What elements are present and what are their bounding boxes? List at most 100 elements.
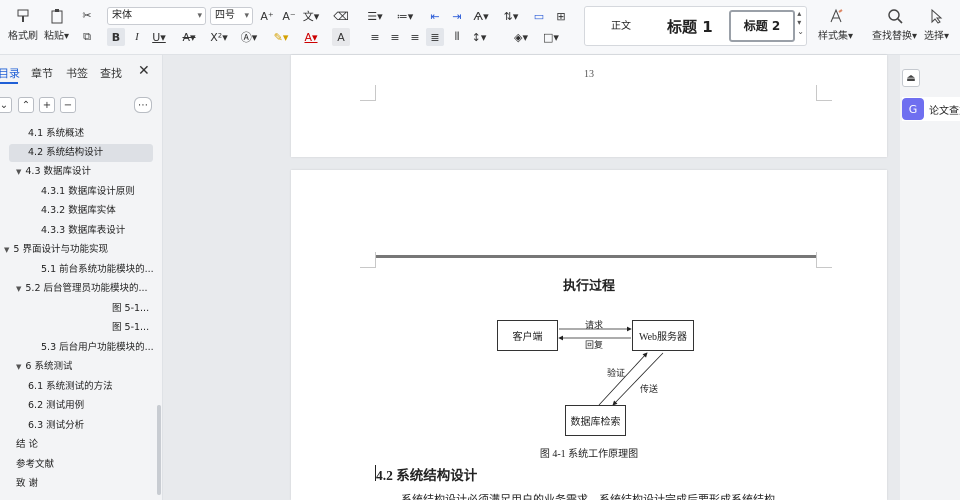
toc-item[interactable]: ▼ 6 系统测试 xyxy=(16,358,72,376)
ribbon-toolbar: 格式刷 粘贴▾ ✂ ⧉ 宋体 ▾ 四号 ▾ A⁺ A⁻ 文▾ ⌫ B I U▾ A▾… xyxy=(0,0,960,55)
style-heading-2[interactable]: 标题 2 xyxy=(729,10,795,42)
toc-item[interactable]: 结 论 xyxy=(16,436,38,454)
shrink-font-icon[interactable]: A⁻ xyxy=(280,7,298,25)
align-right-icon[interactable]: ≡ xyxy=(406,28,424,46)
plagiarism-check-button[interactable]: G 论文查重 xyxy=(902,97,960,121)
bullet-list-icon[interactable]: ☰▾ xyxy=(366,7,384,25)
edge-label-verify: 验证 xyxy=(607,368,626,378)
document-canvas: 13 执行过程 客户端 Web服务器 数据库检索 请求 回复 验证 传送 图 4… xyxy=(163,55,900,500)
select-button[interactable]: 选择▾ xyxy=(924,8,949,42)
styles-set-button[interactable]: 样式集▾ xyxy=(818,8,853,42)
remove-item-icon[interactable]: − xyxy=(60,97,76,113)
strikethrough-icon[interactable]: A▾ xyxy=(180,28,198,46)
phonetic-icon[interactable]: 文▾ xyxy=(302,7,320,25)
margin-mark xyxy=(360,85,376,101)
page-number: 13 xyxy=(584,69,594,80)
right-panel: ⏏ G 论文查重 xyxy=(900,55,960,500)
border-icon[interactable]: □▾ xyxy=(542,28,560,46)
margin-mark xyxy=(816,85,832,101)
section-heading[interactable]: 4.2 系统结构设计 xyxy=(376,464,477,484)
expand-arrow-icon[interactable]: ▼ xyxy=(16,285,21,293)
move-up-icon[interactable]: ⌃ xyxy=(18,97,34,113)
toc-item[interactable]: 4.1 系统概述 xyxy=(28,125,84,143)
sort-icon[interactable]: ⇅▾ xyxy=(502,7,520,25)
figure-caption: 图 4-1 系统工作原理图 xyxy=(539,449,639,460)
expand-arrow-icon[interactable]: ▼ xyxy=(16,363,21,371)
font-size-select[interactable]: 四号 ▾ xyxy=(210,7,253,25)
italic-icon[interactable]: I xyxy=(128,28,146,46)
tab-bookmarks[interactable]: 书签 xyxy=(66,65,88,81)
tab-chapters[interactable]: 章节 xyxy=(31,65,53,81)
align-center-icon[interactable]: ≡ xyxy=(386,28,404,46)
active-tab-indicator xyxy=(0,82,18,84)
shading-icon[interactable]: ◈▾ xyxy=(512,28,530,46)
show-marks-icon[interactable]: ▭ xyxy=(530,7,548,25)
toc-item[interactable]: 6.2 测试用例 xyxy=(28,397,84,415)
paste-button[interactable]: 粘贴▾ xyxy=(44,8,69,42)
highlight-icon[interactable]: ✎▾ xyxy=(272,28,290,46)
tab-find[interactable]: 查找 xyxy=(100,65,126,81)
toc-item[interactable]: 致 谢 xyxy=(16,475,38,493)
more-options-icon[interactable]: ⋯ xyxy=(134,97,152,113)
find-replace-button[interactable]: 查找替换▾ xyxy=(872,8,917,42)
decrease-indent-icon[interactable]: ⇤ xyxy=(426,7,444,25)
node-web-server: Web服务器 xyxy=(632,320,694,351)
page-14: 执行过程 客户端 Web服务器 数据库检索 请求 回复 验证 传送 图 4-1 … xyxy=(291,170,887,500)
style-heading-1[interactable]: 标题 1 xyxy=(667,7,713,47)
font-name-select[interactable]: 宋体 ▾ xyxy=(107,7,206,25)
distributed-icon[interactable]: ⫴ xyxy=(448,28,466,46)
edge-label-reply: 回复 xyxy=(585,340,604,350)
justify-icon[interactable]: ≣ xyxy=(426,28,444,46)
toc-item[interactable]: ▼ 5 界面设计与功能实现 xyxy=(4,241,108,259)
toc-item[interactable]: 6.1 系统测试的方法 xyxy=(28,378,113,396)
toc-item[interactable]: 5.1 前台系统功能模块的... xyxy=(41,261,153,279)
body-paragraph[interactable]: 系统结构设计必须满足用户的业务需求，系统结构设计完成后要形成系统结构 xyxy=(401,490,871,500)
add-item-icon[interactable]: + xyxy=(39,97,55,113)
toc-item[interactable]: 4.3.3 数据库表设计 xyxy=(41,222,125,240)
toc-item[interactable]: 4.3.1 数据库设计原则 xyxy=(41,183,135,201)
line-spacing-icon[interactable]: ↕▾ xyxy=(470,28,488,46)
toc-item[interactable]: 6.3 测试分析 xyxy=(28,417,84,435)
toc-item[interactable]: 图 5-1... xyxy=(112,319,149,337)
bold-icon[interactable]: B xyxy=(107,28,125,46)
search-icon xyxy=(887,9,903,24)
increase-indent-icon[interactable]: ⇥ xyxy=(448,7,466,25)
close-icon[interactable]: ✕ xyxy=(138,63,150,79)
toc-item[interactable]: ▼ 5.2 后台管理员功能模块的... xyxy=(16,280,153,298)
toc-item[interactable]: 4.3.2 数据库实体 xyxy=(41,202,116,220)
font-color-icon[interactable]: A▾ xyxy=(302,28,320,46)
collapse-panel-icon[interactable]: ⏏ xyxy=(902,69,920,87)
underline-icon[interactable]: U▾ xyxy=(150,28,168,46)
node-client: 客户端 xyxy=(497,320,558,351)
styles-scroll[interactable]: ▴ ▾ ⌄ xyxy=(797,9,804,36)
toc-item[interactable]: 参考文献 xyxy=(16,456,54,474)
nav-tabs: 目录 章节 书签 查找 ✕ xyxy=(0,63,163,84)
page-13: 13 xyxy=(291,55,887,157)
table-icon[interactable]: ⊞ xyxy=(552,7,570,25)
superscript-icon[interactable]: X²▾ xyxy=(210,28,228,46)
ai-check-icon: G xyxy=(902,98,924,120)
toc-item-selected[interactable]: 4.2 系统结构设计 xyxy=(9,144,153,162)
align-left-icon[interactable]: ≡ xyxy=(366,28,384,46)
grow-font-icon[interactable]: A⁺ xyxy=(258,7,276,25)
collapse-all-icon[interactable]: ⌄ xyxy=(0,97,12,113)
edge-label-transfer: 传送 xyxy=(640,384,659,394)
sidebar-scrollbar[interactable] xyxy=(157,405,161,495)
clear-format-icon[interactable]: ⌫ xyxy=(332,7,350,25)
expand-arrow-icon[interactable]: ▼ xyxy=(16,168,21,176)
toc-item[interactable]: ▼ 4.3 数据库设计 xyxy=(16,163,91,181)
edge-label-request: 请求 xyxy=(585,320,604,330)
copy-icon[interactable]: ⧉ xyxy=(78,28,96,46)
text-direction-icon[interactable]: Ѧ▾ xyxy=(472,7,490,25)
char-shading-icon[interactable]: A xyxy=(332,28,350,46)
text-effect-icon[interactable]: Ⓐ▾ xyxy=(240,28,258,46)
tab-toc[interactable]: 目录 xyxy=(0,65,20,81)
expand-arrow-icon[interactable]: ▼ xyxy=(4,246,9,254)
style-normal[interactable]: 正文 xyxy=(611,7,631,47)
format-painter-icon xyxy=(17,9,29,22)
toc-item[interactable]: 5.3 后台用户功能模块的... xyxy=(41,339,153,357)
format-painter-button[interactable]: 格式刷 xyxy=(8,8,38,42)
numbered-list-icon[interactable]: ≔▾ xyxy=(396,7,414,25)
cut-icon[interactable]: ✂ xyxy=(78,6,96,24)
toc-item[interactable]: 图 5-1... xyxy=(112,300,149,318)
